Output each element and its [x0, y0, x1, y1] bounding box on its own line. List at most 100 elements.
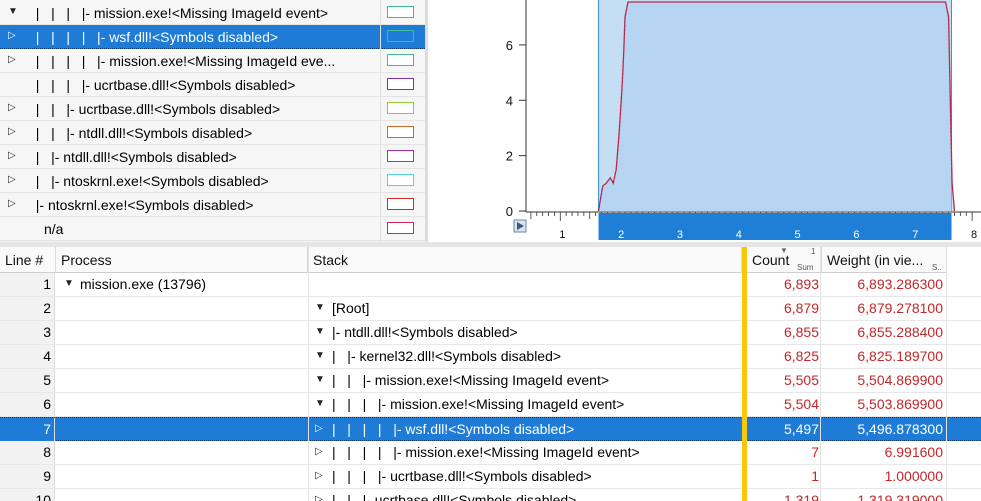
- table-row[interactable]: 1 ▼ mission.exe (13796) 6,893 6,893.286300: [0, 273, 981, 297]
- expand-icon[interactable]: ▷: [8, 173, 20, 187]
- expand-icon[interactable]: ▷: [8, 29, 20, 43]
- line-number-cell: 6: [0, 393, 55, 416]
- count-cell: 7: [811, 444, 819, 460]
- legend-row[interactable]: ▷ | |- ntdll.dll!<Symbols disabled>: [0, 145, 425, 169]
- expand-icon[interactable]: ▷: [315, 494, 323, 501]
- series-color-swatch[interactable]: [387, 222, 414, 234]
- column-header-process[interactable]: Process: [56, 247, 308, 273]
- stack-cell: | | | | |- mission.exe!<Missing ImageId …: [332, 444, 640, 460]
- table-row[interactable]: 9 ▷ | | | |- ucrtbase.dll!<Symbols disable…: [0, 465, 981, 489]
- expand-icon[interactable]: ▷: [8, 125, 20, 139]
- count-cell: 6,879: [783, 300, 819, 316]
- weight-cell: 6,893.286300: [857, 276, 943, 292]
- expand-icon[interactable]: ▷: [315, 470, 323, 482]
- table-row[interactable]: 6 ▼ | | | |- mission.exe!<Missing ImageId …: [0, 393, 981, 417]
- legend-row[interactable]: n/a: [0, 217, 425, 241]
- table-row[interactable]: 4 ▼ | |- kernel32.dll!<Symbols disabled> 6,…: [0, 345, 981, 369]
- x-tick-label: 3: [677, 229, 683, 241]
- graph-svg[interactable]: 0 2 4 6 1 2 3 4 5 6 7 8: [428, 0, 981, 242]
- collapse-icon[interactable]: ▼: [315, 326, 325, 338]
- series-color-swatch[interactable]: [387, 198, 414, 210]
- collapse-icon[interactable]: ▼: [8, 5, 20, 19]
- legend-row[interactable]: ▷ | |- ntoskrnl.exe!<Symbols disabled>: [0, 169, 425, 193]
- table-row[interactable]: 5 ▼ | | |- mission.exe!<Missing ImageId ev…: [0, 369, 981, 393]
- stack-cell: | | | |- ucrtbase.dll!<Symbols disabled>: [332, 468, 592, 484]
- expand-icon[interactable]: ▷: [8, 149, 20, 163]
- legend-row-label: | | | | |- mission.exe!<Missing ImageId …: [28, 53, 336, 69]
- stack-cell: | | | |- mission.exe!<Missing ImageId ev…: [332, 396, 625, 412]
- graph-legend-tree: ▼ | | | |- mission.exe!<Missing ImageId …: [0, 0, 425, 242]
- column-header-weight[interactable]: Weight (in vie... S..: [822, 247, 947, 273]
- table-row[interactable]: 7 ▷ | | | | |- wsf.dll!<Symbols disabled> 5…: [0, 417, 981, 441]
- line-number: 6: [43, 396, 51, 412]
- column-divider: [946, 247, 947, 501]
- collapse-icon[interactable]: ▼: [315, 398, 325, 410]
- expand-icon[interactable]: ▷: [8, 197, 20, 211]
- legend-row[interactable]: ▼ | | | |- mission.exe!<Missing ImageId …: [0, 1, 425, 25]
- table-row[interactable]: 8 ▷ | | | | |- mission.exe!<Missing ImageI…: [0, 441, 981, 465]
- count-cell: 1,319: [783, 492, 819, 501]
- series-color-swatch[interactable]: [387, 150, 414, 162]
- line-number: 7: [43, 421, 51, 437]
- legend-row-label: n/a: [44, 221, 64, 237]
- weight-cell: 6,879.278100: [857, 300, 943, 316]
- aggregation-divider[interactable]: [742, 247, 747, 501]
- legend-edge: [425, 0, 428, 242]
- column-divider: [820, 247, 821, 501]
- weight-cell: 1,319.319000: [857, 492, 943, 501]
- legend-row-label: | | |- ucrtbase.dll!<Symbols disabled>: [28, 101, 281, 117]
- column-header-line[interactable]: Line #: [0, 247, 56, 273]
- graph-chart[interactable]: 0 2 4 6 1 2 3 4 5 6 7 8: [428, 0, 981, 242]
- weight-cell: 6,825.189700: [857, 348, 943, 364]
- expand-icon[interactable]: ▷: [8, 101, 20, 115]
- line-number-cell: 10: [0, 489, 55, 501]
- table-row[interactable]: 3 ▼ |- ntdll.dll!<Symbols disabled> 6,855 6,…: [0, 321, 981, 345]
- column-header-stack[interactable]: Stack: [308, 247, 742, 273]
- count-cell: 6,855: [783, 324, 819, 340]
- y-tick-label: 0: [506, 204, 513, 219]
- series-color-swatch[interactable]: [387, 30, 414, 42]
- x-tick-label: 4: [736, 229, 742, 241]
- legend-row[interactable]: ▷ |- ntoskrnl.exe!<Symbols disabled>: [0, 193, 425, 217]
- y-tick-label: 6: [506, 38, 513, 53]
- count-cell: 1: [811, 468, 819, 484]
- series-color-swatch[interactable]: [387, 6, 414, 18]
- legend-row[interactable]: ▷ | | |- ntdll.dll!<Symbols disabled>: [0, 121, 425, 145]
- collapse-icon[interactable]: ▼: [64, 278, 74, 290]
- count-cell: 5,497: [783, 421, 819, 437]
- x-tick-label: 5: [795, 229, 801, 241]
- collapse-icon[interactable]: ▼: [315, 302, 325, 314]
- legend-row[interactable]: ▷ | | | | |- wsf.dll!<Symbols disabled>: [0, 25, 425, 49]
- line-number: 1: [43, 276, 51, 292]
- line-number-cell: 4: [0, 345, 55, 368]
- legend-row[interactable]: | | | |- ucrtbase.dll!<Symbols disabled>: [0, 73, 425, 97]
- line-number: 9: [43, 468, 51, 484]
- expand-icon[interactable]: ▷: [315, 423, 323, 435]
- expand-icon[interactable]: ▷: [315, 446, 323, 458]
- weight-cell: 6.991600: [884, 444, 943, 460]
- y-tick-label: 4: [506, 93, 513, 108]
- collapse-icon[interactable]: ▼: [315, 374, 325, 386]
- legend-row[interactable]: ▷ | | |- ucrtbase.dll!<Symbols disabled>: [0, 97, 425, 121]
- series-color-swatch[interactable]: [387, 126, 414, 138]
- series-color-swatch[interactable]: [387, 54, 414, 66]
- series-color-swatch[interactable]: [387, 78, 414, 90]
- series-area: [598, 2, 955, 211]
- table-row[interactable]: 2 ▼ [Root] 6,879 6,879.278100: [0, 297, 981, 321]
- selection-time-bar: [598, 213, 952, 240]
- legend-row-label: |- ntoskrnl.exe!<Symbols disabled>: [28, 197, 254, 213]
- table-row[interactable]: 10 ▷ | | |- ucrtbase.dll!<Symbols disabled…: [0, 489, 981, 501]
- legend-divider: [380, 0, 381, 242]
- line-number-cell: 9: [0, 465, 55, 488]
- collapse-icon[interactable]: ▼: [315, 350, 325, 362]
- line-number-cell: 2: [0, 297, 55, 320]
- legend-row[interactable]: ▷ | | | | |- mission.exe!<Missing ImageI…: [0, 49, 425, 73]
- series-color-swatch[interactable]: [387, 174, 414, 186]
- count-cell: 5,505: [783, 372, 819, 388]
- column-header-count[interactable]: Count Sum 1 ▼: [747, 247, 822, 273]
- weight-cell: 5,503.869900: [857, 396, 943, 412]
- stack-table: Line # Process Stack Count Sum 1 ▼ Weigh…: [0, 247, 981, 501]
- weight-cell: 5,504.869900: [857, 372, 943, 388]
- series-color-swatch[interactable]: [387, 102, 414, 114]
- expand-icon[interactable]: ▷: [8, 53, 20, 67]
